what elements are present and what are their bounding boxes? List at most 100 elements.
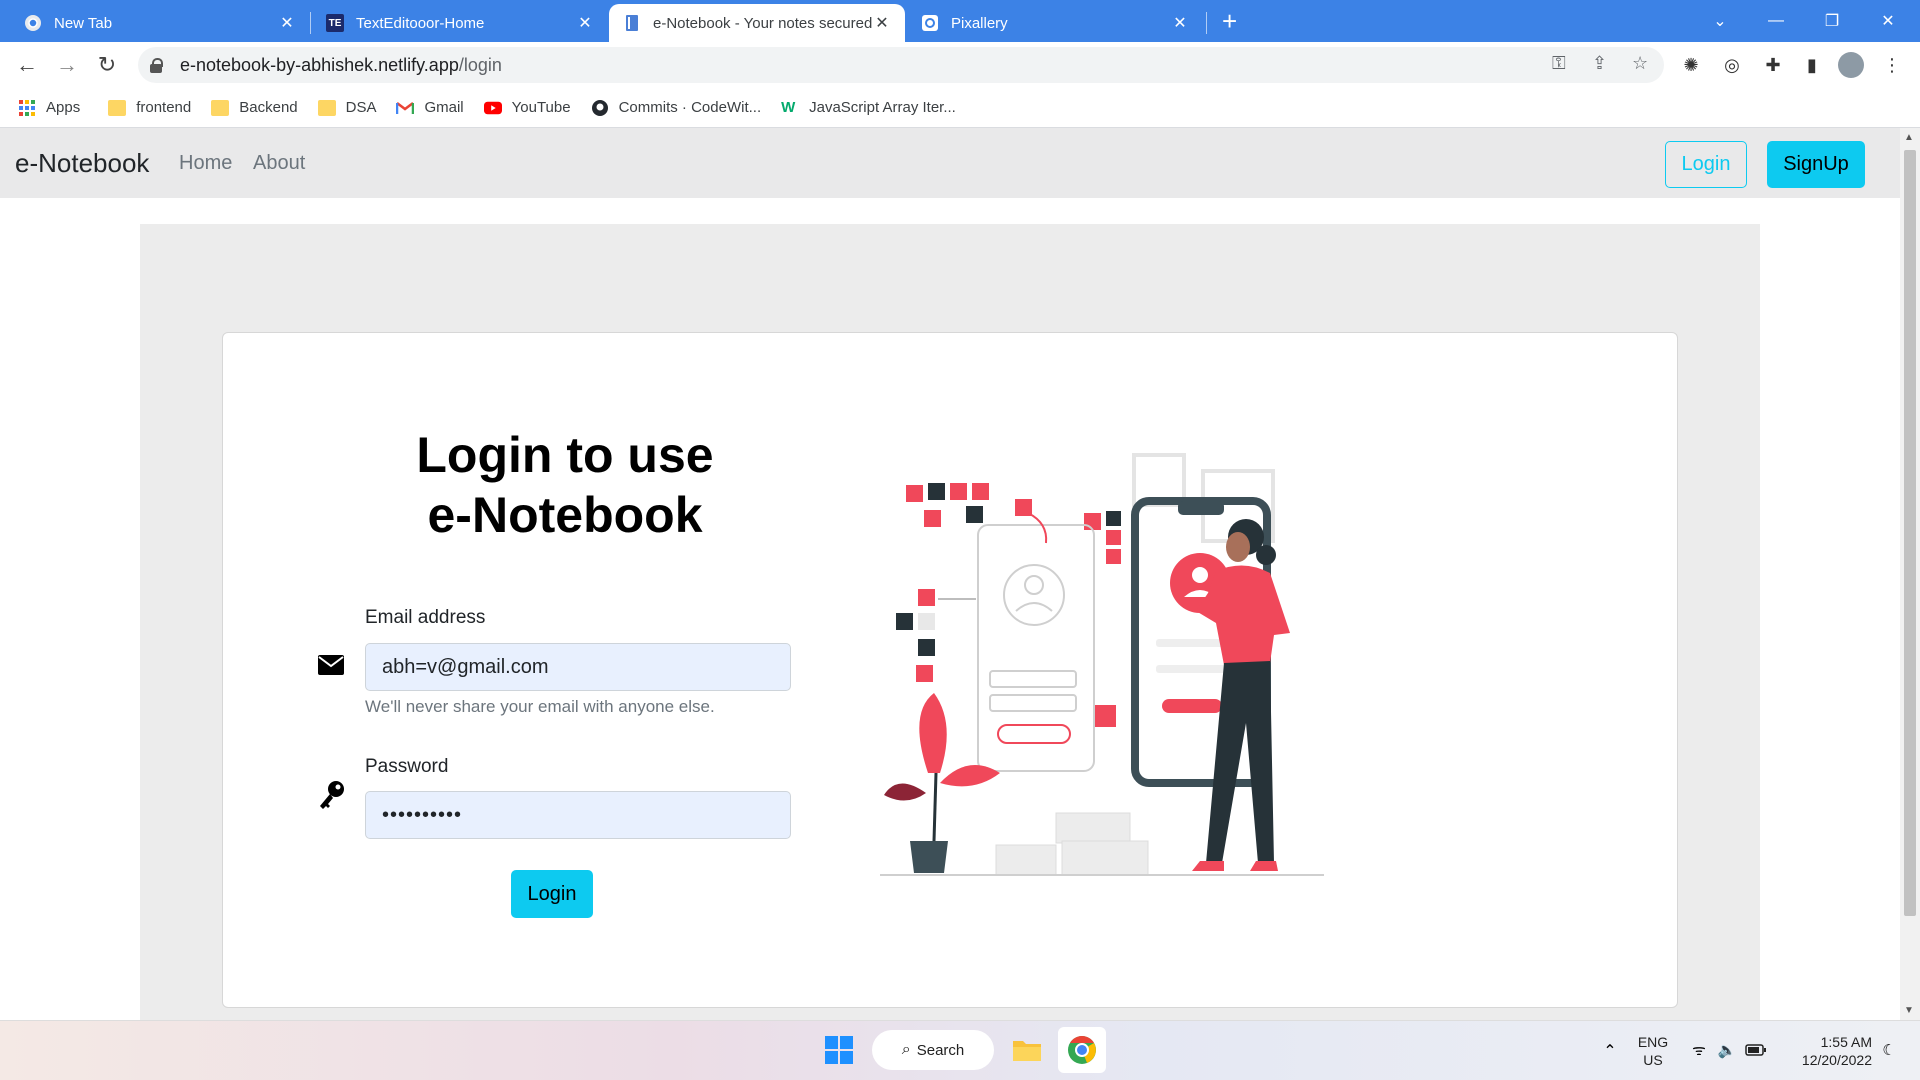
wifi-icon[interactable]: ᯤ [1688, 1039, 1710, 1061]
back-arrow-icon[interactable]: ← [12, 50, 42, 80]
lock-icon [150, 58, 164, 73]
profile-avatar[interactable] [1838, 52, 1864, 78]
url-path: /login [458, 54, 502, 75]
nav-about-link[interactable]: About [253, 152, 305, 175]
bookmark-label: Gmail [424, 99, 464, 116]
forward-arrow-icon[interactable]: → [52, 50, 82, 80]
bookmark-frontend[interactable]: frontend [108, 99, 191, 116]
windows-taskbar: ⌕ Search ⌃ ENG US ᯤ 🔈 1:55 AM 12/20/2022… [0, 1020, 1920, 1080]
envelope-icon [318, 655, 344, 675]
bookmark-dsa[interactable]: DSA [317, 99, 377, 116]
tab-separator [1206, 12, 1207, 34]
minimize-icon[interactable]: — [1748, 0, 1804, 42]
search-icon: ⌕ [901, 1041, 911, 1058]
bookmark-js-array[interactable]: W JavaScript Array Iter... [781, 99, 956, 116]
taskbar-search-button[interactable]: ⌕ Search [872, 1030, 994, 1070]
folder-icon [317, 99, 336, 116]
extension-bug-icon[interactable]: ✺ [1678, 52, 1704, 78]
close-tab-icon[interactable]: ✕ [1171, 13, 1189, 33]
tab-new-tab[interactable]: New Tab ✕ [10, 4, 310, 42]
email-help-text: We'll never share your email with anyone… [365, 697, 715, 716]
navbar-signup-button[interactable]: SignUp [1767, 141, 1865, 188]
github-icon [591, 99, 608, 116]
search-label: Search [916, 1041, 965, 1059]
login-container: Login to use e-Notebook Email address ab… [140, 224, 1760, 1020]
share-icon[interactable]: ⇪ [1592, 53, 1607, 74]
bookmark-commits[interactable]: Commits · CodeWit... [591, 99, 762, 116]
tab-pixallery[interactable]: Pixallery ✕ [907, 4, 1203, 42]
wireframe-phone [938, 512, 1095, 772]
password-input[interactable]: •••••••••• [365, 791, 791, 839]
bookmark-gmail[interactable]: Gmail [396, 99, 464, 116]
page-scrollbar[interactable]: ▲ ▼ [1900, 128, 1920, 1020]
windows-start-icon[interactable] [824, 1035, 854, 1065]
tray-chevron-up-icon[interactable]: ⌃ [1598, 1039, 1622, 1063]
bookmark-star-icon[interactable]: ☆ [1632, 53, 1648, 74]
sticky-notes [896, 483, 1121, 727]
focus-moon-icon[interactable]: ☾ [1878, 1039, 1900, 1061]
scroll-down-arrow-icon[interactable]: ▼ [1904, 1005, 1914, 1016]
title-line-1: Login to use [416, 427, 714, 483]
bookmark-label: frontend [136, 99, 192, 116]
folder-icon [211, 99, 230, 116]
restore-icon[interactable]: ❐ [1804, 0, 1860, 42]
texteditor-favicon-icon: TE [326, 14, 344, 32]
bookmark-label: YouTube [511, 99, 571, 116]
bookmark-label: DSA [345, 99, 377, 116]
bookmark-backend[interactable]: Backend [211, 99, 298, 116]
bookmark-apps[interactable]: Apps [18, 99, 80, 116]
language-indicator[interactable]: ENG US [1636, 1033, 1670, 1069]
notebook-icon [623, 14, 641, 32]
tab-e-notebook[interactable]: e-Notebook - Your notes secured ✕ [609, 4, 905, 42]
browser-tab-strip: New Tab ✕ TE TextEditooor-Home ✕ e-Noteb… [0, 0, 1920, 42]
login-submit-button[interactable]: Login [511, 870, 593, 918]
close-tab-icon[interactable]: ✕ [576, 13, 594, 33]
login-illustration [880, 453, 1324, 876]
address-bar[interactable]: e-notebook-by-abhishek.netlify.app/login… [138, 47, 1664, 83]
email-input[interactable]: abh=v@gmail.com [365, 643, 791, 691]
file-explorer-icon[interactable] [1011, 1035, 1043, 1065]
clock-date: 12/20/2022 [1801, 1052, 1872, 1068]
close-tab-icon[interactable]: ✕ [278, 13, 296, 33]
bookmark-label: Apps [46, 99, 81, 116]
folder-icon [108, 99, 127, 116]
more-menu-icon[interactable]: ⋮ [1879, 52, 1905, 78]
bookmark-youtube[interactable]: YouTube [483, 99, 571, 116]
tab-texteditooor[interactable]: TE TextEditooor-Home ✕ [312, 4, 608, 42]
navbar-login-button[interactable]: Login [1665, 141, 1747, 188]
clock[interactable]: 1:55 AM 12/20/2022 [1782, 1033, 1872, 1069]
close-tab-icon[interactable]: ✕ [873, 13, 891, 33]
youtube-icon [483, 101, 502, 114]
extensions-puzzle-icon[interactable]: ✚ [1760, 52, 1786, 78]
tab-title: e-Notebook - Your notes secured [653, 14, 873, 32]
key-icon [320, 781, 344, 809]
web-page: e-Notebook Home About Login SignUp Login… [0, 128, 1900, 1020]
browser-toolbar: ← → ↻ e-notebook-by-abhishek.netlify.app… [0, 42, 1920, 88]
password-key-icon[interactable]: ⚿ [1552, 53, 1566, 74]
bookmark-label: Backend [239, 99, 298, 116]
nav-home-link[interactable]: Home [179, 152, 232, 175]
scroll-up-arrow-icon[interactable]: ▲ [1904, 132, 1914, 143]
login-card: Login to use e-Notebook Email address ab… [222, 332, 1678, 1008]
side-panel-icon[interactable]: ▮ [1799, 52, 1825, 78]
bookmarks-bar: Apps frontend Backend DSA Gmail YouTube … [0, 88, 1920, 128]
tab-search-chevron-icon[interactable]: ⌄ [1692, 0, 1748, 42]
potted-plant [884, 693, 1000, 873]
close-window-icon[interactable]: ✕ [1860, 0, 1916, 42]
pixallery-icon [921, 14, 939, 32]
extension-circle-icon[interactable]: ◎ [1719, 52, 1745, 78]
url-text: e-notebook-by-abhishek.netlify.app/login [180, 55, 502, 76]
email-label: Email address [365, 607, 486, 628]
bookmark-label: Commits · CodeWit... [618, 99, 762, 116]
gmail-icon [396, 101, 415, 114]
new-tab-plus-icon[interactable]: + [1222, 6, 1237, 36]
volume-icon[interactable]: 🔈 [1716, 1039, 1738, 1061]
battery-icon[interactable] [1744, 1039, 1768, 1061]
app-brand[interactable]: e-Notebook [15, 148, 149, 179]
tab-title: TextEditooor-Home [356, 14, 485, 32]
scroll-thumb[interactable] [1904, 150, 1916, 916]
clock-time: 1:55 AM [1820, 1034, 1872, 1050]
page-title: Login to use e-Notebook [373, 425, 757, 545]
reload-icon[interactable]: ↻ [92, 50, 122, 80]
chrome-taskbar-icon[interactable] [1058, 1027, 1106, 1073]
